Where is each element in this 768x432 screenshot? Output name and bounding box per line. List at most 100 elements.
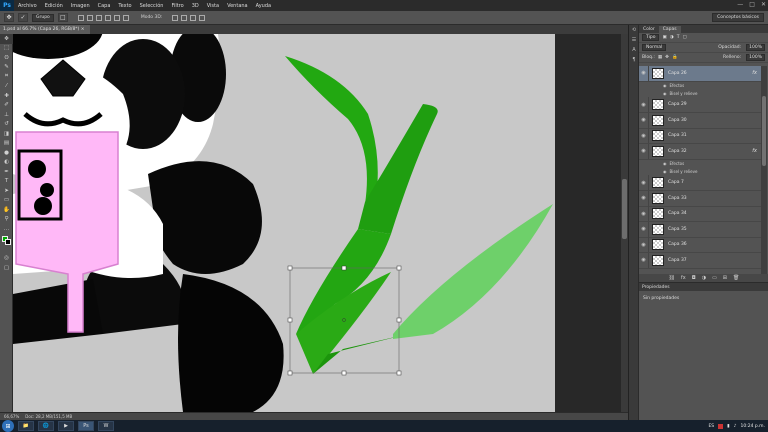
layer-row[interactable]: ◉ Capa 32 fx [639, 143, 761, 160]
add-mask-icon[interactable]: ◘ [692, 275, 696, 281]
layer-fx-icon[interactable]: fx [752, 148, 757, 154]
transform-handle-tr[interactable] [396, 265, 402, 271]
path-select-tool-icon[interactable]: ➤ [0, 186, 13, 196]
layer-row[interactable]: ◉ Capa 29 [639, 97, 761, 113]
visibility-eye-icon[interactable]: ◉ [639, 252, 649, 268]
document-tab[interactable]: 1.psd al 66.7% (Capa 26, RGB/8*) × [0, 25, 90, 34]
layer-name[interactable]: Capa 7 [668, 180, 684, 185]
layer-row[interactable]: ◉ Capa 36 [639, 237, 761, 253]
fill-input[interactable]: 100% [746, 54, 765, 61]
effect-eye-icon[interactable]: ◉ [663, 83, 667, 88]
healing-brush-tool-icon[interactable]: ✚ [0, 91, 13, 101]
visibility-eye-icon[interactable]: ◉ [639, 237, 649, 253]
adjustment-layer-icon[interactable]: ◑ [702, 275, 706, 281]
network-icon[interactable]: ▮ [727, 424, 729, 429]
visibility-eye-icon[interactable]: ◉ [639, 66, 649, 81]
align-left-icon[interactable] [104, 14, 111, 21]
visibility-eye-icon[interactable]: ◉ [639, 143, 649, 159]
menu-item[interactable]: 3D [188, 3, 203, 9]
layer-name[interactable]: Capa 33 [668, 196, 687, 201]
layer-effect-row[interactable]: ◉ Efectos [639, 82, 761, 90]
transform-handle-tl[interactable] [287, 265, 293, 271]
opacity-input[interactable]: 100% [746, 44, 765, 51]
layers-scroll-thumb[interactable] [762, 96, 766, 166]
layer-row[interactable]: ◉ Capa 30 [639, 112, 761, 129]
taskbar-app[interactable]: Ps [78, 421, 94, 431]
layer-row[interactable]: ◉ Capa 35 [639, 221, 761, 238]
quick-select-tool-icon[interactable]: ✎ [0, 63, 13, 73]
new-layer-icon[interactable]: ⊞ [723, 275, 727, 281]
effect-eye-icon[interactable]: ◉ [663, 169, 667, 174]
lock-position-icon[interactable]: ✥ [665, 55, 669, 60]
canvas-area[interactable] [13, 34, 628, 414]
layer-filter-kind-dropdown[interactable]: Tipo [642, 34, 660, 41]
visibility-eye-icon[interactable]: ◉ [639, 175, 649, 191]
align-bottom-icon[interactable] [95, 14, 102, 21]
hand-tool-icon[interactable]: ✋ [0, 205, 13, 215]
transform-handle-bl[interactable] [287, 370, 293, 376]
tray-alert-icon[interactable] [718, 423, 724, 429]
visibility-eye-icon[interactable]: ◉ [639, 221, 649, 237]
layer-style-icon[interactable]: fx [681, 275, 686, 281]
transform-handle-t[interactable] [341, 265, 347, 271]
dodge-tool-icon[interactable]: ◐ [0, 158, 13, 168]
layer-row[interactable]: ◉ Capa 31 [639, 128, 761, 144]
menu-item[interactable]: Filtro [167, 3, 187, 9]
transform-controls-checkbox[interactable]: □ [57, 13, 68, 22]
move-tool-preset-icon[interactable]: ✥ [4, 13, 14, 22]
transform-handle-l[interactable] [287, 317, 293, 323]
layer-name[interactable]: Capa 36 [668, 242, 687, 247]
layer-row[interactable]: ◉ Capa 33 [639, 190, 761, 207]
clone-stamp-tool-icon[interactable]: ⊥ [0, 110, 13, 120]
lock-all-icon[interactable]: 🔒 [672, 55, 678, 60]
screen-mode-icon[interactable]: ▢ [0, 263, 13, 273]
layers-scrollbar[interactable] [761, 66, 767, 274]
taskbar-app[interactable]: ▶ [58, 421, 74, 431]
taskbar-app[interactable]: W [98, 421, 114, 431]
lock-pixels-icon[interactable]: ▦ [658, 55, 662, 60]
layer-name[interactable]: Capa 26 [668, 71, 687, 76]
layer-effect-row[interactable]: ◉ Bisel y relieve [639, 168, 761, 176]
layer-name[interactable]: Capa 37 [668, 258, 687, 263]
eraser-tool-icon[interactable]: ◨ [0, 129, 13, 139]
auto-select-dropdown[interactable]: Grupo [32, 13, 54, 22]
link-layers-icon[interactable]: ⛓ [669, 275, 675, 281]
brush-tool-icon[interactable]: ✐ [0, 101, 13, 111]
gradient-tool-icon[interactable]: ▤ [0, 139, 13, 149]
quick-mask-icon[interactable]: ◎ [0, 254, 13, 264]
start-button[interactable]: ⊞ [2, 420, 14, 432]
menu-item[interactable]: Selección [136, 3, 168, 9]
3d-pan-icon[interactable] [190, 14, 197, 21]
filter-adjust-icon[interactable]: ◑ [670, 35, 674, 40]
visibility-eye-icon[interactable]: ◉ [639, 97, 649, 113]
visibility-eye-icon[interactable]: ◉ [639, 128, 649, 144]
3d-slide-icon[interactable] [199, 14, 206, 21]
layer-name[interactable]: Capa 29 [668, 102, 687, 107]
filter-pixel-icon[interactable]: ▣ [662, 35, 666, 40]
filter-shape-icon[interactable]: ▢ [682, 35, 686, 40]
zoom-level[interactable]: 66,67% [4, 414, 19, 419]
background-color-swatch[interactable] [5, 238, 11, 245]
layer-name[interactable]: Capa 30 [668, 118, 687, 123]
tab-color[interactable]: Color [639, 26, 659, 33]
layer-row[interactable]: ◉ Capa 34 [639, 206, 761, 222]
3d-roll-icon[interactable] [181, 14, 188, 21]
pen-tool-icon[interactable]: ✒ [0, 167, 13, 177]
maximize-button[interactable]: □ [749, 1, 755, 8]
layer-name[interactable]: Capa 34 [668, 211, 687, 216]
menu-item[interactable]: Ventana [223, 3, 252, 9]
transform-handle-b[interactable] [341, 370, 347, 376]
layer-effect-row[interactable]: ◉ Bisel y relieve [639, 90, 761, 98]
menu-item[interactable]: Ayuda [252, 3, 275, 9]
layer-name[interactable]: Capa 35 [668, 227, 687, 232]
canvas-scroll-thumb[interactable] [622, 179, 627, 239]
menu-item[interactable]: Edición [41, 3, 67, 9]
menu-item[interactable]: Archivo [14, 3, 41, 9]
layer-row[interactable]: ◉ Capa 7 [639, 175, 761, 191]
visibility-eye-icon[interactable]: ◉ [639, 190, 649, 206]
type-tool-icon[interactable]: T [0, 177, 13, 187]
layer-row[interactable]: ◉ Capa 26 fx [639, 66, 761, 82]
workspace-dropdown[interactable]: Conceptos básicos [712, 13, 764, 22]
properties-title[interactable]: Propiedades [639, 283, 768, 291]
transform-handle-r[interactable] [396, 317, 402, 323]
